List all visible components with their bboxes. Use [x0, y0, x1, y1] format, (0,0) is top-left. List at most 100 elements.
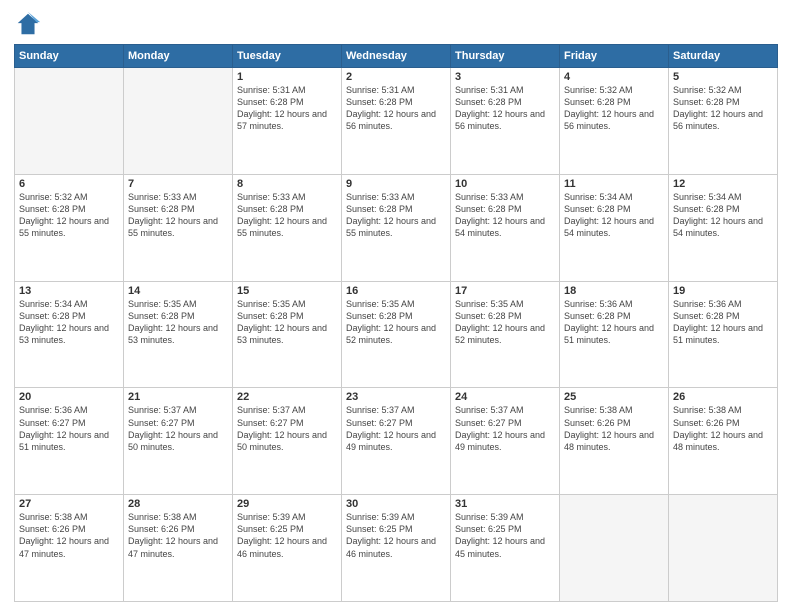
day-number: 28	[128, 498, 228, 510]
calendar-cell: 30Sunrise: 5:39 AM Sunset: 6:25 PM Dayli…	[342, 495, 451, 602]
day-info: Sunrise: 5:35 AM Sunset: 6:28 PM Dayligh…	[346, 298, 446, 347]
day-info: Sunrise: 5:37 AM Sunset: 6:27 PM Dayligh…	[128, 404, 228, 453]
calendar-week-row: 6Sunrise: 5:32 AM Sunset: 6:28 PM Daylig…	[15, 174, 778, 281]
day-info: Sunrise: 5:38 AM Sunset: 6:26 PM Dayligh…	[564, 404, 664, 453]
day-info: Sunrise: 5:32 AM Sunset: 6:28 PM Dayligh…	[673, 84, 773, 133]
calendar-cell: 23Sunrise: 5:37 AM Sunset: 6:27 PM Dayli…	[342, 388, 451, 495]
day-number: 11	[564, 178, 664, 190]
calendar-cell: 16Sunrise: 5:35 AM Sunset: 6:28 PM Dayli…	[342, 281, 451, 388]
day-number: 4	[564, 71, 664, 83]
logo-icon	[14, 10, 42, 38]
weekday-header-row: SundayMondayTuesdayWednesdayThursdayFrid…	[15, 45, 778, 68]
calendar-cell: 28Sunrise: 5:38 AM Sunset: 6:26 PM Dayli…	[124, 495, 233, 602]
calendar-cell: 29Sunrise: 5:39 AM Sunset: 6:25 PM Dayli…	[233, 495, 342, 602]
day-number: 14	[128, 285, 228, 297]
day-number: 7	[128, 178, 228, 190]
calendar-cell: 17Sunrise: 5:35 AM Sunset: 6:28 PM Dayli…	[451, 281, 560, 388]
day-info: Sunrise: 5:32 AM Sunset: 6:28 PM Dayligh…	[564, 84, 664, 133]
day-number: 24	[455, 391, 555, 403]
calendar-cell: 3Sunrise: 5:31 AM Sunset: 6:28 PM Daylig…	[451, 68, 560, 175]
day-number: 26	[673, 391, 773, 403]
day-info: Sunrise: 5:38 AM Sunset: 6:26 PM Dayligh…	[128, 511, 228, 560]
calendar-cell: 14Sunrise: 5:35 AM Sunset: 6:28 PM Dayli…	[124, 281, 233, 388]
day-info: Sunrise: 5:33 AM Sunset: 6:28 PM Dayligh…	[346, 191, 446, 240]
day-info: Sunrise: 5:33 AM Sunset: 6:28 PM Dayligh…	[237, 191, 337, 240]
day-number: 18	[564, 285, 664, 297]
day-number: 29	[237, 498, 337, 510]
day-number: 15	[237, 285, 337, 297]
weekday-header: Saturday	[669, 45, 778, 68]
day-number: 1	[237, 71, 337, 83]
day-number: 21	[128, 391, 228, 403]
day-number: 31	[455, 498, 555, 510]
calendar-cell: 26Sunrise: 5:38 AM Sunset: 6:26 PM Dayli…	[669, 388, 778, 495]
day-info: Sunrise: 5:37 AM Sunset: 6:27 PM Dayligh…	[346, 404, 446, 453]
day-info: Sunrise: 5:37 AM Sunset: 6:27 PM Dayligh…	[237, 404, 337, 453]
day-info: Sunrise: 5:35 AM Sunset: 6:28 PM Dayligh…	[455, 298, 555, 347]
calendar-cell	[15, 68, 124, 175]
calendar-cell	[124, 68, 233, 175]
day-info: Sunrise: 5:32 AM Sunset: 6:28 PM Dayligh…	[19, 191, 119, 240]
day-info: Sunrise: 5:34 AM Sunset: 6:28 PM Dayligh…	[673, 191, 773, 240]
calendar-cell: 24Sunrise: 5:37 AM Sunset: 6:27 PM Dayli…	[451, 388, 560, 495]
calendar-week-row: 1Sunrise: 5:31 AM Sunset: 6:28 PM Daylig…	[15, 68, 778, 175]
day-info: Sunrise: 5:38 AM Sunset: 6:26 PM Dayligh…	[673, 404, 773, 453]
day-info: Sunrise: 5:37 AM Sunset: 6:27 PM Dayligh…	[455, 404, 555, 453]
calendar-cell: 20Sunrise: 5:36 AM Sunset: 6:27 PM Dayli…	[15, 388, 124, 495]
calendar-cell: 22Sunrise: 5:37 AM Sunset: 6:27 PM Dayli…	[233, 388, 342, 495]
calendar-cell	[669, 495, 778, 602]
calendar-cell	[560, 495, 669, 602]
day-info: Sunrise: 5:39 AM Sunset: 6:25 PM Dayligh…	[455, 511, 555, 560]
calendar-cell: 10Sunrise: 5:33 AM Sunset: 6:28 PM Dayli…	[451, 174, 560, 281]
calendar-cell: 31Sunrise: 5:39 AM Sunset: 6:25 PM Dayli…	[451, 495, 560, 602]
weekday-header: Sunday	[15, 45, 124, 68]
day-info: Sunrise: 5:35 AM Sunset: 6:28 PM Dayligh…	[128, 298, 228, 347]
day-number: 5	[673, 71, 773, 83]
calendar-cell: 9Sunrise: 5:33 AM Sunset: 6:28 PM Daylig…	[342, 174, 451, 281]
calendar-cell: 13Sunrise: 5:34 AM Sunset: 6:28 PM Dayli…	[15, 281, 124, 388]
day-info: Sunrise: 5:36 AM Sunset: 6:28 PM Dayligh…	[564, 298, 664, 347]
day-number: 12	[673, 178, 773, 190]
calendar-cell: 15Sunrise: 5:35 AM Sunset: 6:28 PM Dayli…	[233, 281, 342, 388]
day-info: Sunrise: 5:33 AM Sunset: 6:28 PM Dayligh…	[128, 191, 228, 240]
calendar-cell: 4Sunrise: 5:32 AM Sunset: 6:28 PM Daylig…	[560, 68, 669, 175]
day-number: 8	[237, 178, 337, 190]
day-number: 13	[19, 285, 119, 297]
day-info: Sunrise: 5:35 AM Sunset: 6:28 PM Dayligh…	[237, 298, 337, 347]
calendar-cell: 25Sunrise: 5:38 AM Sunset: 6:26 PM Dayli…	[560, 388, 669, 495]
day-info: Sunrise: 5:36 AM Sunset: 6:28 PM Dayligh…	[673, 298, 773, 347]
day-number: 17	[455, 285, 555, 297]
calendar-cell: 5Sunrise: 5:32 AM Sunset: 6:28 PM Daylig…	[669, 68, 778, 175]
day-number: 27	[19, 498, 119, 510]
day-info: Sunrise: 5:31 AM Sunset: 6:28 PM Dayligh…	[455, 84, 555, 133]
day-number: 2	[346, 71, 446, 83]
weekday-header: Thursday	[451, 45, 560, 68]
day-number: 25	[564, 391, 664, 403]
calendar-cell: 12Sunrise: 5:34 AM Sunset: 6:28 PM Dayli…	[669, 174, 778, 281]
day-number: 16	[346, 285, 446, 297]
day-number: 30	[346, 498, 446, 510]
day-info: Sunrise: 5:38 AM Sunset: 6:26 PM Dayligh…	[19, 511, 119, 560]
day-info: Sunrise: 5:31 AM Sunset: 6:28 PM Dayligh…	[237, 84, 337, 133]
weekday-header: Monday	[124, 45, 233, 68]
day-number: 6	[19, 178, 119, 190]
day-number: 22	[237, 391, 337, 403]
day-number: 3	[455, 71, 555, 83]
day-info: Sunrise: 5:36 AM Sunset: 6:27 PM Dayligh…	[19, 404, 119, 453]
calendar-cell: 1Sunrise: 5:31 AM Sunset: 6:28 PM Daylig…	[233, 68, 342, 175]
day-info: Sunrise: 5:33 AM Sunset: 6:28 PM Dayligh…	[455, 191, 555, 240]
header	[14, 10, 778, 38]
day-info: Sunrise: 5:34 AM Sunset: 6:28 PM Dayligh…	[19, 298, 119, 347]
day-number: 20	[19, 391, 119, 403]
weekday-header: Wednesday	[342, 45, 451, 68]
calendar-cell: 8Sunrise: 5:33 AM Sunset: 6:28 PM Daylig…	[233, 174, 342, 281]
day-info: Sunrise: 5:31 AM Sunset: 6:28 PM Dayligh…	[346, 84, 446, 133]
day-number: 19	[673, 285, 773, 297]
weekday-header: Tuesday	[233, 45, 342, 68]
calendar-cell: 7Sunrise: 5:33 AM Sunset: 6:28 PM Daylig…	[124, 174, 233, 281]
calendar-cell: 6Sunrise: 5:32 AM Sunset: 6:28 PM Daylig…	[15, 174, 124, 281]
logo	[14, 10, 46, 38]
calendar-week-row: 27Sunrise: 5:38 AM Sunset: 6:26 PM Dayli…	[15, 495, 778, 602]
calendar-cell: 18Sunrise: 5:36 AM Sunset: 6:28 PM Dayli…	[560, 281, 669, 388]
calendar-cell: 27Sunrise: 5:38 AM Sunset: 6:26 PM Dayli…	[15, 495, 124, 602]
